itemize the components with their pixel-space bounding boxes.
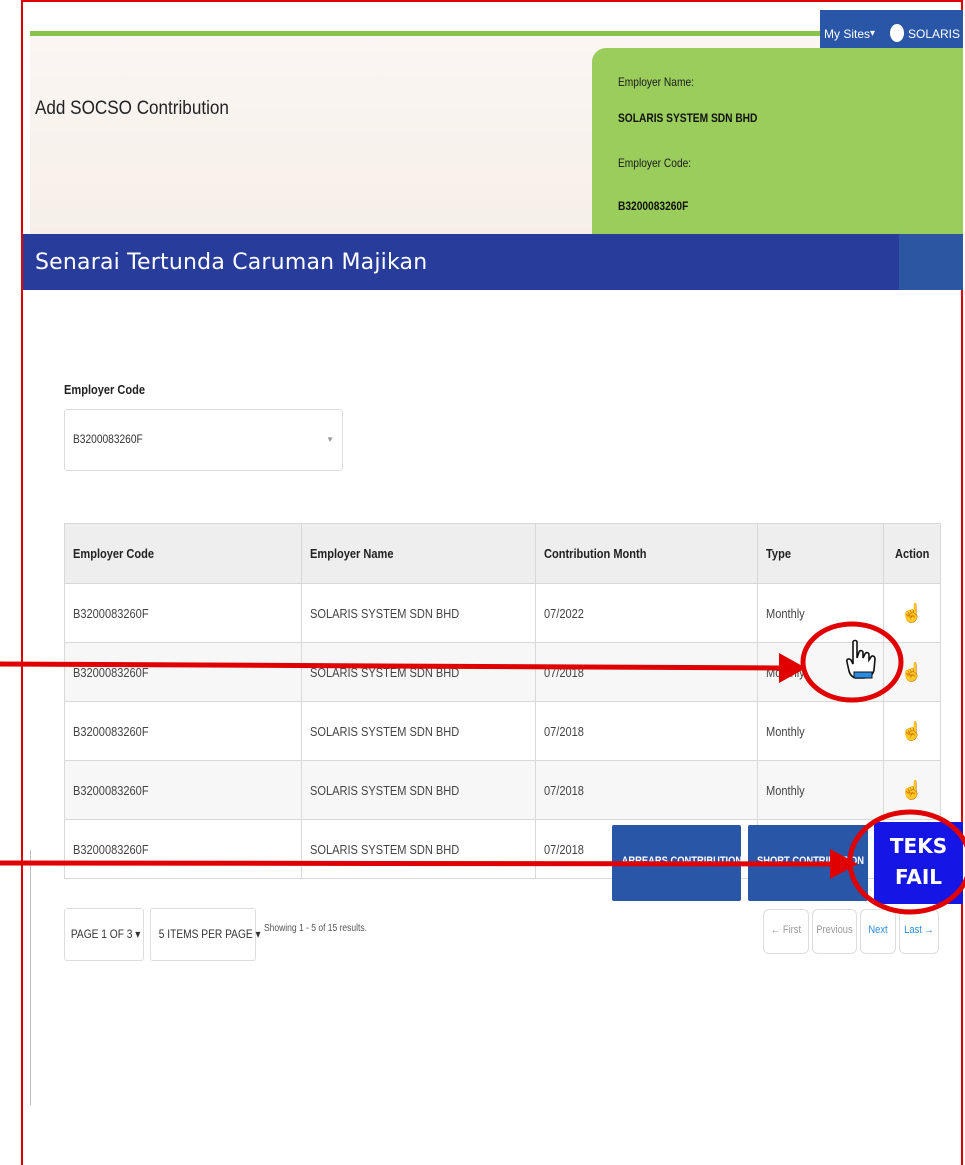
- table-row: B3200083260F SOLARIS SYSTEM SDN BHD 07/2…: [64, 760, 942, 820]
- table-row: B3200083260F SOLARIS SYSTEM SDN BHD 07/2…: [64, 642, 942, 702]
- cell-employer-name: SOLARIS SYSTEM SDN BHD: [300, 583, 536, 643]
- items-per-page-dropdown[interactable]: 5 ITEMS PER PAGE ▾: [150, 908, 261, 961]
- pointing-hand-icon[interactable]: ☝: [901, 721, 923, 741]
- cell-contribution-month: 07/2018: [534, 642, 758, 702]
- pointing-hand-icon[interactable]: ☝: [901, 603, 923, 623]
- cell-employer-code: B3200083260F: [64, 760, 302, 820]
- user-menu[interactable]: SOLARIS BUREAU: [908, 27, 963, 41]
- section-title-corner: [899, 234, 963, 290]
- table-row: B3200083260F SOLARIS SYSTEM SDN BHD 07/2…: [64, 583, 942, 643]
- cell-action: ☝: [882, 642, 942, 702]
- cell-contribution-month: 07/2018: [534, 760, 758, 820]
- teks-fail-button[interactable]: TEKS FAIL: [874, 822, 963, 904]
- column-header-type[interactable]: Type: [756, 523, 884, 584]
- employer-code-select[interactable]: B3200083260F ▼: [64, 409, 343, 471]
- cell-employer-code: B3200083260F: [64, 642, 302, 702]
- my-sites-link[interactable]: My Sites: [824, 27, 870, 41]
- cell-employer-name: SOLARIS SYSTEM SDN BHD: [300, 701, 536, 761]
- first-page-button[interactable]: ← First: [763, 909, 809, 954]
- results-summary: Showing 1 - 5 of 15 results.: [264, 923, 368, 934]
- last-page-button[interactable]: Last →: [899, 909, 939, 954]
- employer-name-value: SOLARIS SYSTEM SDN BHD: [618, 111, 758, 125]
- next-page-button[interactable]: Next: [860, 909, 896, 954]
- arrears-contribution-button[interactable]: ARREARS CONTRIBUTION: [612, 825, 741, 901]
- cell-employer-name: SOLARIS SYSTEM SDN BHD: [300, 642, 536, 702]
- cell-action: ☝: [882, 583, 942, 643]
- table-row: B3200083260F SOLARIS SYSTEM SDN BHD 07/2…: [64, 701, 942, 761]
- employer-code-filter-label: Employer Code: [64, 382, 146, 397]
- cell-type: Monthly: [756, 760, 884, 820]
- cell-employer-code: B3200083260F: [64, 701, 302, 761]
- employer-code-value: B3200083260F: [618, 199, 689, 213]
- previous-page-button[interactable]: Previous: [812, 909, 857, 954]
- page-title: Add SOCSO Contribution: [35, 98, 229, 119]
- divider: [30, 850, 31, 1105]
- section-title-bar: Senarai Tertunda Caruman Majikan: [23, 234, 963, 290]
- chevron-down-icon[interactable]: ▾: [870, 28, 875, 39]
- cell-employer-name: SOLARIS SYSTEM SDN BHD: [300, 819, 536, 879]
- user-avatar[interactable]: [890, 24, 904, 42]
- column-header-contribution-month[interactable]: Contribution Month: [534, 523, 758, 584]
- column-header-employer-name[interactable]: Employer Name: [300, 523, 536, 584]
- pointing-hand-icon[interactable]: ☝: [901, 780, 923, 800]
- table-header-row: Employer Code Employer Name Contribution…: [64, 523, 942, 584]
- cell-contribution-month: 07/2022: [534, 583, 758, 643]
- cell-type: Monthly: [756, 642, 884, 702]
- cell-action: ☝: [882, 760, 942, 820]
- column-header-employer-code[interactable]: Employer Code: [64, 523, 302, 584]
- column-header-action: Action: [882, 523, 942, 584]
- pointing-hand-icon[interactable]: ☝: [901, 662, 923, 682]
- page-select-dropdown[interactable]: PAGE 1 OF 3 ▾: [64, 908, 144, 961]
- teks-fail-line1: TEKS: [889, 834, 948, 858]
- cell-contribution-month: 07/2018: [534, 701, 758, 761]
- section-title: Senarai Tertunda Caruman Majikan: [35, 250, 428, 275]
- cell-type: Monthly: [756, 583, 884, 643]
- employer-name-label: Employer Name:: [618, 75, 694, 89]
- cell-employer-name: SOLARIS SYSTEM SDN BHD: [300, 760, 536, 820]
- cell-type: Monthly: [756, 701, 884, 761]
- cell-action: ☝: [882, 701, 942, 761]
- cell-employer-code: B3200083260F: [64, 583, 302, 643]
- cell-employer-code: B3200083260F: [64, 819, 302, 879]
- chevron-down-icon: ▼: [326, 435, 334, 444]
- employer-info-panel: Employer Name: SOLARIS SYSTEM SDN BHD Em…: [592, 48, 963, 234]
- employer-code-label: Employer Code:: [618, 156, 692, 170]
- teks-fail-line2: FAIL: [894, 865, 943, 889]
- employer-code-select-value: B3200083260F: [73, 432, 143, 446]
- short-contribution-button[interactable]: SHORT CONTRIBUTION: [748, 825, 868, 901]
